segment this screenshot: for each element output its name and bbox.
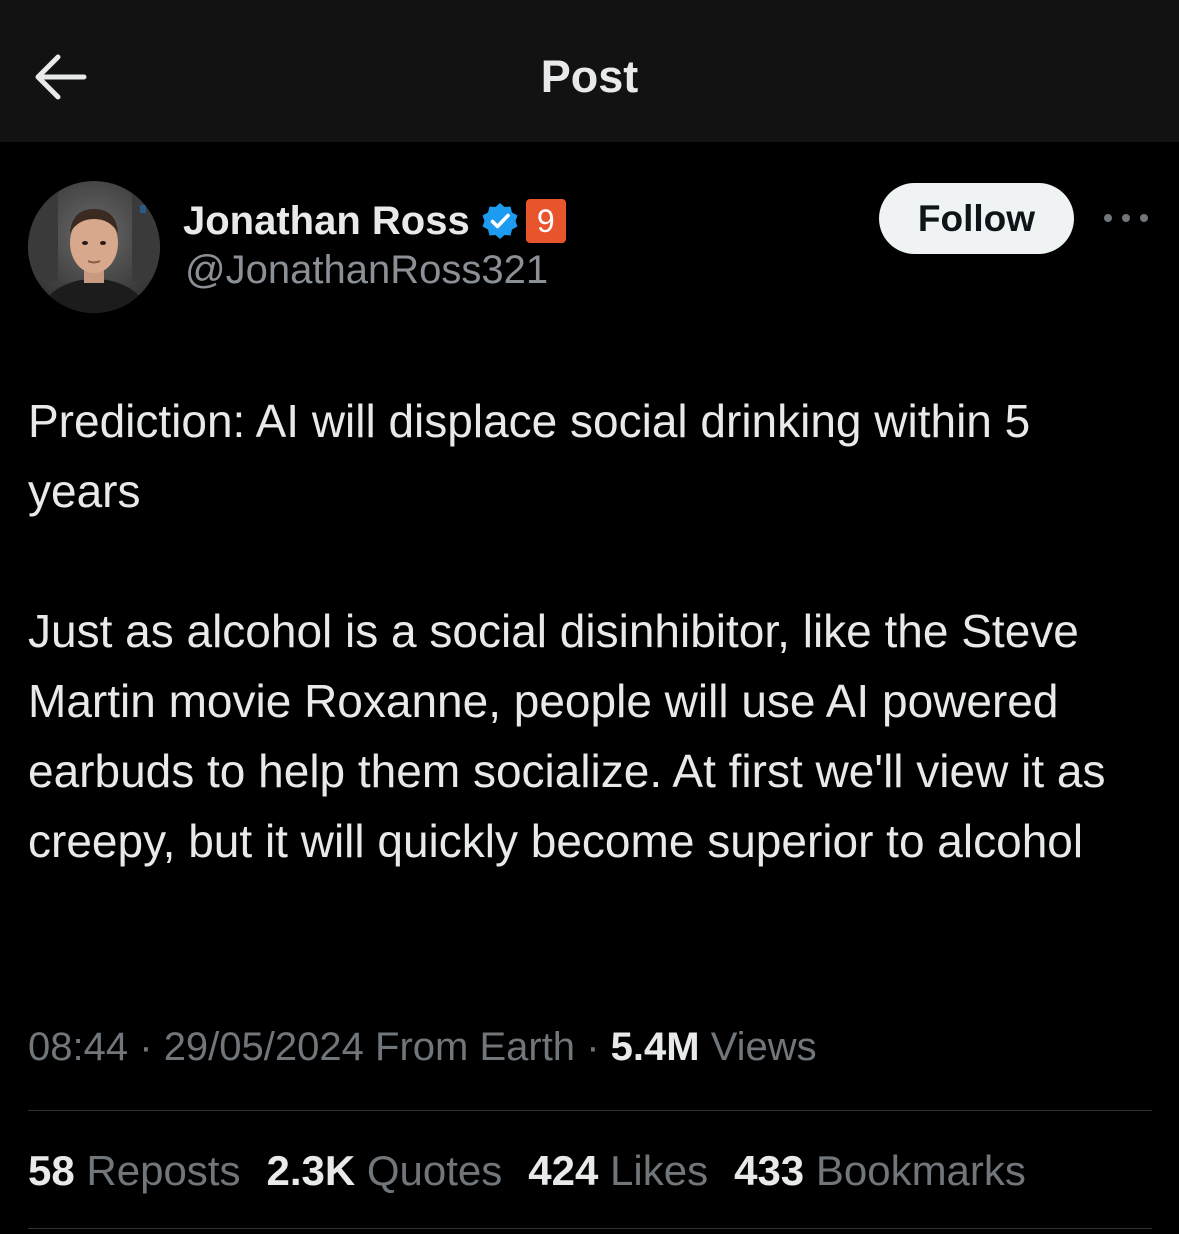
divider	[28, 1110, 1152, 1111]
post-date[interactable]: 29/05/2024	[164, 1025, 364, 1069]
meta-separator: ·	[586, 1025, 600, 1069]
engagement-stats: 58 Reposts 2.3K Quotes 424 Likes 433 Boo…	[28, 1142, 1052, 1200]
top-bar: Post	[0, 0, 1179, 142]
avatar[interactable]	[28, 181, 160, 313]
likes-count: 424	[528, 1147, 599, 1194]
post-paragraph: Prediction: AI will displace social drin…	[28, 395, 1031, 517]
author-name[interactable]: Jonathan Ross	[183, 199, 470, 244]
bookmarks-label: Bookmarks	[815, 1147, 1026, 1194]
author-handle[interactable]: @JonathanRoss321	[185, 248, 548, 293]
post-time[interactable]: 08:44	[28, 1025, 128, 1069]
quotes-count: 2.3K	[266, 1147, 356, 1194]
reposts-label: Reposts	[86, 1147, 241, 1194]
post-source: From Earth	[375, 1025, 576, 1069]
bookmarks-stat[interactable]: 433 Bookmarks	[734, 1142, 1026, 1200]
divider	[28, 1228, 1152, 1229]
reposts-stat[interactable]: 58 Reposts	[28, 1142, 240, 1200]
quotes-label: Quotes	[366, 1147, 503, 1194]
meta-separator: ·	[139, 1025, 153, 1069]
views-label: Views	[710, 1025, 817, 1069]
bookmarks-count: 433	[734, 1147, 805, 1194]
page-title: Post	[540, 51, 639, 102]
post-text: Prediction: AI will displace social drin…	[28, 386, 1138, 876]
more-horizontal-icon	[1104, 214, 1148, 222]
views-count: 5.4M	[610, 1025, 700, 1069]
likes-label: Likes	[610, 1147, 709, 1194]
follow-button[interactable]: Follow	[879, 183, 1074, 254]
verified-badge-icon	[480, 201, 520, 241]
quotes-stat[interactable]: 2.3K Quotes	[266, 1142, 502, 1200]
post-paragraph: Just as alcohol is a social disinhibitor…	[28, 605, 1106, 867]
post-meta: 08:44 · 29/05/2024 From Earth · 5.4M Vie…	[28, 1018, 817, 1076]
affiliate-badge[interactable]: 9	[525, 199, 566, 243]
more-options-button[interactable]	[1098, 200, 1154, 236]
reposts-count: 58	[28, 1147, 75, 1194]
author-name-row[interactable]: Jonathan Ross 9	[183, 193, 566, 249]
affiliate-badge-label: 9	[536, 203, 555, 239]
avatar-image	[28, 181, 160, 313]
likes-stat[interactable]: 424 Likes	[528, 1142, 708, 1200]
